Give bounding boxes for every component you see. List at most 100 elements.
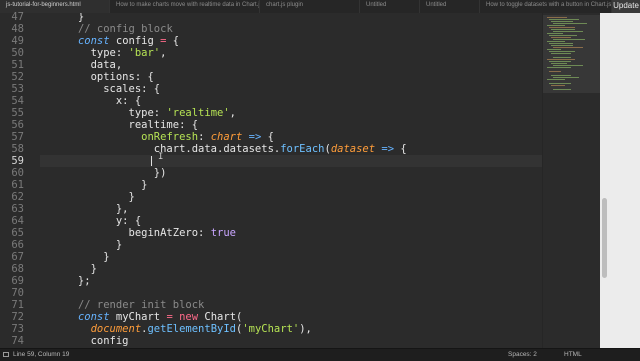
code-token: => [248,131,262,143]
line-number: 47 [11,11,24,23]
line-number: 56 [11,119,24,131]
minimap-line [549,71,561,72]
code-token: dataset [330,143,376,155]
minimap-line [551,45,573,46]
code-line[interactable]: scales: { [40,83,160,95]
minimap-line [553,65,583,66]
line-number: 53 [11,83,24,95]
code-line[interactable]: type: 'bar', [40,47,167,59]
code-line[interactable]: y: { [40,215,141,227]
code-line[interactable]: type: 'realtime', [40,107,236,119]
code-line[interactable]: // render init block [40,299,204,311]
code-token: true [210,227,236,239]
code-line[interactable]: chart.data.datasets.forEach(dataset => { [40,143,407,155]
code-token: config [109,35,161,47]
code-line[interactable]: // config block [40,23,173,35]
minimap-line [553,77,579,78]
code-token: data, [40,59,123,71]
tab-2[interactable]: How to make charts move with realtime da… [110,0,260,13]
line-number: 61 [11,179,24,191]
line-number: 74 [11,335,24,347]
line-number: 58 [11,143,24,155]
code-line[interactable]: } [40,239,122,251]
minimap-line [553,89,571,90]
code-line[interactable]: data, [40,59,123,71]
code-token: { [166,35,180,47]
code-token: getElementById [147,323,236,335]
code-token: options: { [40,71,154,83]
minimap-line [549,61,571,62]
code-token: } [40,263,97,275]
line-number: 66 [11,239,24,251]
code-line[interactable]: onRefresh: chart => { [40,131,274,143]
code-token: , [229,107,236,119]
code-token: } [40,251,110,263]
minimap-line [551,53,571,54]
vertical-scrollbar[interactable] [600,13,640,348]
code-line[interactable]: document.getElementById('myChart'), [40,323,312,335]
minimap-line [551,21,573,22]
code-token: chart [210,131,243,143]
syntax-mode[interactable]: HTML [564,349,582,360]
tab-bar: js-tutorial-for-beginners.html How to mak… [0,0,640,13]
tab-3[interactable]: chart.js plugin [260,0,360,13]
code-line[interactable]: }; [40,275,91,287]
code-token: } [40,179,148,191]
minimap-line [551,37,571,38]
minimap-line [547,41,565,42]
scrollbar-thumb[interactable] [602,198,607,278]
minimap[interactable] [542,13,601,348]
code-line[interactable]: beginAtZero: true [40,227,236,239]
code-token: ( [236,311,243,323]
tab-4[interactable]: Untitled [360,0,420,13]
line-number: 57 [11,131,24,143]
cursor-position[interactable]: Line 59, Column 19 [13,349,69,360]
status-bar: Line 59, Column 19 Spaces: 2 HTML [0,348,640,361]
line-number: 54 [11,95,24,107]
code-line[interactable]: } [40,251,110,263]
minimap-line [549,43,573,44]
code-token: } [40,13,85,23]
indentation-setting[interactable]: Spaces: 2 [508,349,537,360]
tab-6[interactable]: How to toggle datasets with a button in … [480,0,612,13]
line-number-gutter: 47 48 49 50 51 52 53 54 55 56 57 58 59 60 61 62 63 64 65 66… [0,11,40,359]
text-caret [151,156,152,166]
code-line[interactable]: } [40,191,135,203]
code-token: config [40,335,129,347]
code-line[interactable]: } [40,263,97,275]
code-editor[interactable]: } // config block const config = { type:… [40,13,542,348]
panel-toggle-icon[interactable] [3,352,9,357]
line-number: 50 [11,47,24,59]
code-line[interactable]: options: { [40,71,154,83]
code-line[interactable]: }, [40,203,129,215]
line-number: 69 [11,275,24,287]
code-line[interactable]: } [40,13,84,23]
code-token: Chart [204,311,237,323]
update-button[interactable]: Update [612,0,640,13]
code-line[interactable]: const myChart = new Chart( [40,311,242,323]
minimap-line [549,51,575,52]
code-token: { [394,143,407,155]
minimap-line [551,29,575,30]
code-token: }, [40,203,129,215]
minimap-line [551,85,565,86]
code-token: type: [40,107,167,119]
code-token: x: { [40,95,142,107]
minimap-line [547,67,571,68]
code-line[interactable]: realtime: { [40,119,199,131]
code-token: new [179,311,199,323]
minimap-line [549,35,577,36]
code-line[interactable]: }) [40,167,167,179]
code-line[interactable]: const config = { [40,35,179,47]
line-number: 72 [11,311,24,323]
code-line[interactable]: x: { [40,95,141,107]
line-number: 60 [11,167,24,179]
code-token: // config block [77,23,173,35]
minimap-line [553,23,587,24]
tab-5[interactable]: Untitled [420,0,480,13]
code-line[interactable]: config [40,335,129,347]
code-line[interactable]: } [40,179,147,191]
